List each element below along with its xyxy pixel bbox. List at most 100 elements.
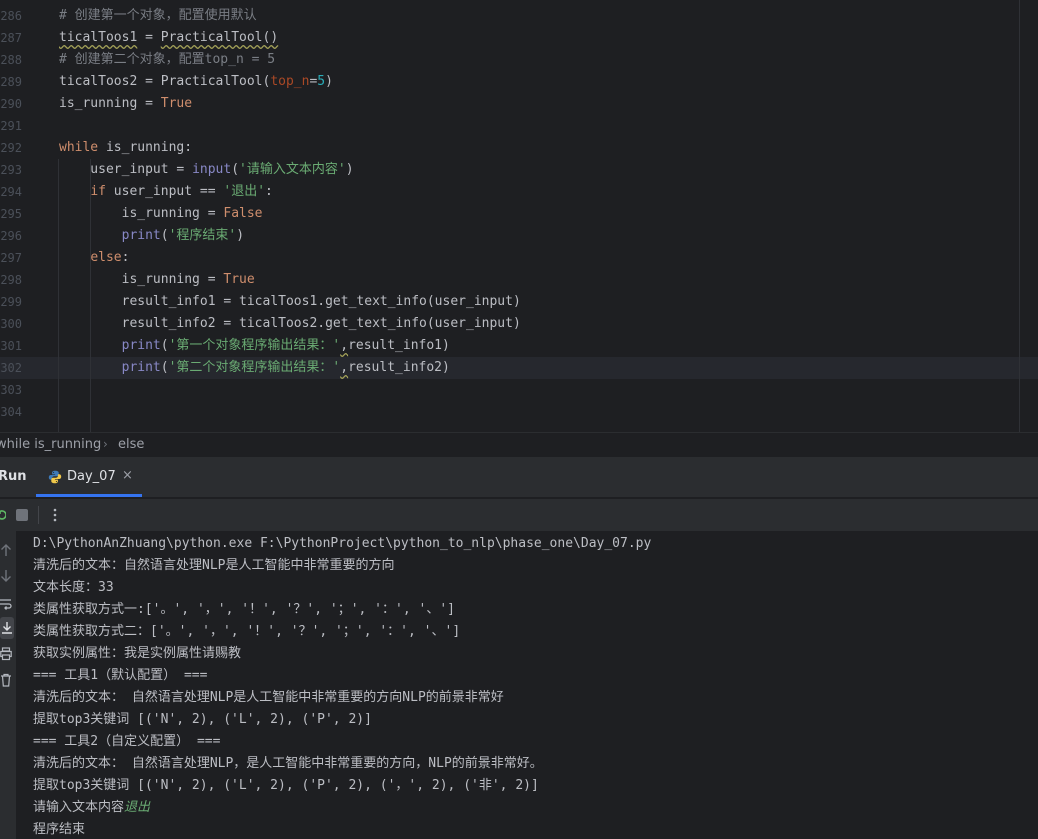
- print-icon[interactable]: [0, 647, 12, 661]
- breadcrumb: while is_running › else: [0, 432, 1038, 457]
- line-number: 303: [0, 383, 22, 397]
- code-token: '退出': [223, 184, 266, 199]
- code-token: True: [160, 96, 193, 111]
- console-text: 清洗后的文本： 自然语言处理NLP，是人工智能中非常重要的方向，NLP的前景非常…: [33, 756, 543, 771]
- line-number: 288: [0, 53, 22, 67]
- code-token: =: [137, 30, 161, 45]
- code-line[interactable]: is_running = True: [59, 269, 255, 291]
- console-line: 提取top3关键词 [('N', 2), ('L', 2), ('P', 2)]: [33, 709, 372, 731]
- active-tab-indicator: [36, 494, 142, 497]
- line-number: 302: [0, 361, 22, 375]
- line-number: 287: [0, 31, 22, 45]
- run-tab-day07[interactable]: Day_07 ×: [36, 457, 142, 497]
- code-token: ticalToos2 = PracticalTool(: [59, 74, 271, 89]
- breadcrumb-item-else[interactable]: else: [118, 437, 144, 452]
- code-line[interactable]: user_input = input('请输入文本内容'): [59, 159, 354, 181]
- line-number: 298: [0, 273, 22, 287]
- code-line[interactable]: is_running = False: [59, 203, 263, 225]
- line-number: 293: [0, 163, 22, 177]
- stop-icon[interactable]: [16, 509, 28, 521]
- code-token: input: [192, 162, 232, 177]
- toolbar-divider: [38, 506, 39, 524]
- line-number: 296: [0, 229, 22, 243]
- console-line: 提取top3关键词 [('N', 2), ('L', 2), ('P', 2),…: [33, 775, 539, 797]
- code-token: is_running =: [59, 96, 161, 111]
- run-console-output[interactable]: D:\PythonAnZhuang\python.exe F:\PythonPr…: [16, 531, 1038, 839]
- breadcrumb-item-while[interactable]: while is_running: [0, 437, 101, 452]
- line-number: 286: [0, 9, 22, 23]
- right-margin-guide: [1019, 0, 1020, 432]
- code-token: '第一个对象程序输出结果：': [168, 338, 341, 353]
- code-token: result_info2): [348, 360, 450, 375]
- console-line: === 工具2（自定义配置） ===: [33, 731, 220, 753]
- console-text: D:\PythonAnZhuang\python.exe F:\PythonPr…: [33, 536, 652, 551]
- code-token: top_n: [270, 74, 310, 89]
- code-line[interactable]: result_info1 = ticalToos1.get_text_info(…: [59, 291, 521, 313]
- scroll-to-end-toggle[interactable]: [0, 617, 14, 639]
- arrow-down-icon[interactable]: [0, 569, 12, 583]
- close-icon[interactable]: ×: [122, 468, 133, 483]
- run-tab-label: Day_07: [67, 469, 116, 484]
- code-line[interactable]: # 创建第二个对象，配置top_n = 5: [59, 49, 275, 71]
- console-line: D:\PythonAnZhuang\python.exe F:\PythonPr…: [33, 533, 651, 555]
- console-line: 程序结束: [33, 819, 85, 839]
- code-token: ,: [340, 360, 349, 375]
- code-line[interactable]: if user_input == '退出':: [59, 181, 273, 203]
- code-token: '第二个对象程序输出结果：': [168, 360, 341, 375]
- console-user-input: 退出: [124, 800, 151, 815]
- code-token: '请输入文本内容': [239, 162, 346, 177]
- code-token: else: [90, 250, 122, 265]
- console-text: 类属性获取方式二：['。', '，', '！', '？', '；', '：', …: [33, 624, 461, 639]
- console-text: 提取top3关键词 [('N', 2), ('L', 2), ('P', 2)]: [33, 712, 372, 727]
- code-token: '程序结束': [168, 228, 237, 243]
- console-line: 文本长度：33: [33, 577, 114, 599]
- code-token: False: [223, 206, 263, 221]
- code-line[interactable]: # 创建第一个对象，配置使用默认: [59, 5, 257, 27]
- code-line[interactable]: print('第一个对象程序输出结果：',result_info1): [59, 335, 450, 357]
- code-token: PracticalTool(): [160, 30, 279, 45]
- console-text: 获取实例属性：我是实例属性请赐教: [33, 646, 242, 661]
- console-text: 清洗后的文本： 自然语言处理NLP是人工智能中非常重要的方向NLP的前景非常好: [33, 690, 504, 705]
- code-token: print: [121, 338, 161, 353]
- trash-icon[interactable]: [0, 673, 12, 687]
- code-line[interactable]: else:: [59, 247, 129, 269]
- code-token: ): [325, 74, 333, 89]
- code-editor[interactable]: 286 287 288 289 290 291 292 293 294 295 296 297 298 2…: [0, 0, 1038, 432]
- code-line[interactable]: while is_running:: [59, 137, 192, 159]
- code-line[interactable]: ticalToos2 = PracticalTool(top_n=5): [59, 71, 333, 93]
- code-line[interactable]: ticalToos1 = PracticalTool(): [59, 27, 278, 49]
- code-line[interactable]: is_running = True: [59, 93, 192, 115]
- soft-wrap-icon[interactable]: [0, 597, 12, 611]
- code-token: user_input ==: [105, 184, 224, 199]
- code-token: True: [223, 272, 255, 287]
- breadcrumb-separator: ›: [103, 437, 108, 451]
- code-token: (: [160, 338, 169, 353]
- code-line[interactable]: result_info2 = ticalToos2.get_text_info(…: [59, 313, 521, 335]
- line-number: 295: [0, 207, 22, 221]
- arrow-up-icon[interactable]: [0, 543, 12, 557]
- code-line[interactable]: print('第二个对象程序输出结果：',result_info2): [59, 357, 450, 379]
- code-line[interactable]: print('程序结束'): [59, 225, 244, 247]
- code-token: # 创建第二个对象，配置top_n = 5: [59, 52, 276, 67]
- rerun-icon[interactable]: [0, 508, 6, 522]
- console-line: 类属性获取方式一:['。', '，', '！', '？', '；', '：', …: [33, 599, 455, 621]
- line-number: 290: [0, 97, 22, 111]
- python-file-icon: [48, 470, 62, 484]
- more-options-icon[interactable]: [52, 507, 58, 523]
- line-number: 294: [0, 185, 22, 199]
- code-token: if: [90, 184, 106, 199]
- line-number: 304: [0, 405, 22, 419]
- code-token: :: [121, 250, 130, 265]
- console-text: 类属性获取方式一:['。', '，', '！', '？', '；', '：', …: [33, 602, 455, 617]
- console-text: 清洗后的文本：自然语言处理NLP是人工智能中非常重要的方向: [33, 558, 395, 573]
- code-token: ): [236, 228, 245, 243]
- console-text: 文本长度：33: [33, 580, 114, 595]
- code-token: ): [345, 162, 354, 177]
- line-number: 289: [0, 75, 22, 89]
- code-token: result_info1): [348, 338, 450, 353]
- line-number: 291: [0, 119, 22, 133]
- code-token: is_running =: [59, 272, 224, 287]
